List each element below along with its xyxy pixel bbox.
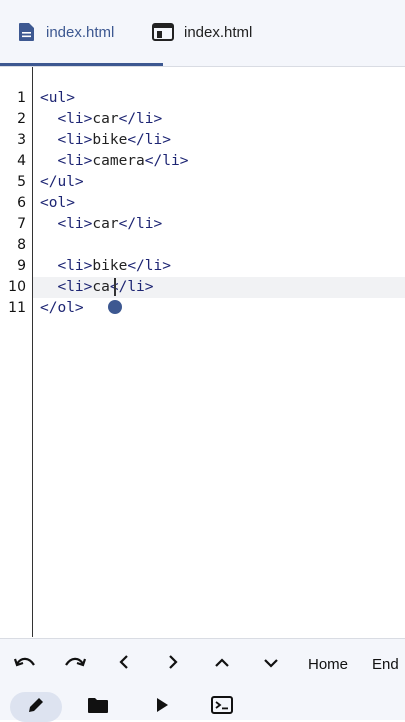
tab-label: index.html xyxy=(46,23,115,41)
html-tag-token: <li> xyxy=(57,258,93,274)
text-caret xyxy=(114,278,116,296)
tab-index-html-editor[interactable]: index.html xyxy=(18,0,163,64)
home-key-button[interactable]: Home xyxy=(302,639,354,689)
code-line[interactable]: 4 <li>camera</li> xyxy=(0,151,405,172)
text-token: bike xyxy=(92,258,128,274)
code-text: <li>ca</li> xyxy=(40,277,154,298)
tab-index-html-preview[interactable]: index.html xyxy=(152,0,252,64)
redo-icon xyxy=(63,654,87,674)
redo-button[interactable] xyxy=(58,639,92,689)
browser-preview-icon xyxy=(152,23,174,41)
html-tag-token: <li> xyxy=(57,132,93,148)
code-text: <li>car</li> xyxy=(40,214,162,235)
text-token: ca xyxy=(92,279,110,295)
line-number: 6 xyxy=(17,195,26,211)
code-line[interactable]: 3 <li>bike</li> xyxy=(0,130,405,151)
code-line[interactable]: 10 <li>ca</li> xyxy=(0,277,405,298)
chevron-right-icon xyxy=(167,654,179,674)
undo-icon xyxy=(13,654,37,674)
code-text: <li>bike</li> xyxy=(40,130,171,151)
text-token: car xyxy=(92,216,119,232)
code-text: <ol> xyxy=(40,193,75,214)
file-icon xyxy=(18,22,36,42)
html-tag-token: <ol> xyxy=(40,195,75,211)
html-tag-token: <ul> xyxy=(40,90,75,106)
line-number: 8 xyxy=(17,237,26,253)
line-number: 1 xyxy=(17,90,26,106)
extra-keys-toolbar: Home End xyxy=(0,638,405,689)
code-line[interactable]: 7 <li>car</li> xyxy=(0,214,405,235)
chevron-down-icon xyxy=(263,656,279,673)
code-text: <li>camera</li> xyxy=(40,151,188,172)
html-tag-token: </ol> xyxy=(40,300,84,316)
line-number: 3 xyxy=(17,132,26,148)
nav-run[interactable] xyxy=(138,692,186,722)
html-tag-token: </li> xyxy=(118,216,163,232)
bottom-navigation xyxy=(0,688,405,722)
end-key-button[interactable]: End xyxy=(372,639,405,689)
nav-files[interactable] xyxy=(74,692,122,722)
code-text: </ul> xyxy=(40,172,84,193)
chevron-up-icon xyxy=(214,656,230,673)
terminal-icon xyxy=(211,696,233,718)
code-line[interactable]: 1 <ul> xyxy=(0,88,405,109)
undo-button[interactable] xyxy=(8,639,42,689)
tab-label: index.html xyxy=(184,23,253,41)
code-line[interactable]: 8 xyxy=(0,235,405,256)
line-number: 2 xyxy=(17,111,26,127)
code-line[interactable]: 9 <li>bike</li> xyxy=(0,256,405,277)
line-number: 11 xyxy=(8,300,26,316)
cursor-left-button[interactable] xyxy=(110,639,138,689)
code-text: </ol> xyxy=(40,298,84,319)
folder-icon xyxy=(87,696,109,718)
cursor-up-button[interactable] xyxy=(208,639,236,689)
line-number: 9 xyxy=(17,258,26,274)
play-icon xyxy=(155,697,169,717)
line-number: 7 xyxy=(17,216,26,232)
html-tag-token: <li> xyxy=(57,153,93,169)
line-number: 5 xyxy=(17,174,26,190)
cursor-down-button[interactable] xyxy=(257,639,285,689)
pencil-icon xyxy=(26,695,46,719)
cursor-handle[interactable] xyxy=(108,300,122,314)
html-tag-token: </li> xyxy=(127,132,171,148)
line-number: 4 xyxy=(17,153,26,169)
nav-terminal[interactable] xyxy=(198,692,246,722)
text-token: camera xyxy=(92,153,145,169)
html-tag-token: <li> xyxy=(57,279,93,295)
code-text: <ul> xyxy=(40,88,75,109)
html-tag-token: <li> xyxy=(57,111,93,127)
line-number: 10 xyxy=(8,279,26,295)
html-tag-token: </li> xyxy=(144,153,189,169)
html-tag-token: </li> xyxy=(109,279,154,295)
end-key-label: End xyxy=(372,655,399,673)
code-line[interactable]: 5 </ul> xyxy=(0,172,405,193)
chevron-left-icon xyxy=(118,654,130,674)
text-token: bike xyxy=(92,132,128,148)
code-text: <li>car</li> xyxy=(40,109,162,130)
home-key-label: Home xyxy=(307,655,348,673)
html-tag-token: </ul> xyxy=(40,174,84,190)
cursor-right-button[interactable] xyxy=(159,639,187,689)
html-tag-token: </li> xyxy=(127,258,171,274)
html-tag-token: <li> xyxy=(57,216,93,232)
code-editor[interactable]: 1 <ul> 2 <li>car</li> 3 <li>bike</li> 4 <li>… xyxy=(0,67,405,637)
code-line[interactable]: 11 </ol> xyxy=(0,298,405,319)
code-line[interactable]: 6 <ol> xyxy=(0,193,405,214)
html-tag-token: </li> xyxy=(118,111,163,127)
code-line[interactable]: 2 <li>car</li> xyxy=(0,109,405,130)
tab-bar: index.html index.html xyxy=(0,0,405,67)
code-text: <li>bike</li> xyxy=(40,256,171,277)
active-tab-indicator xyxy=(0,63,163,66)
text-token: car xyxy=(92,111,119,127)
nav-editor[interactable] xyxy=(10,692,62,722)
